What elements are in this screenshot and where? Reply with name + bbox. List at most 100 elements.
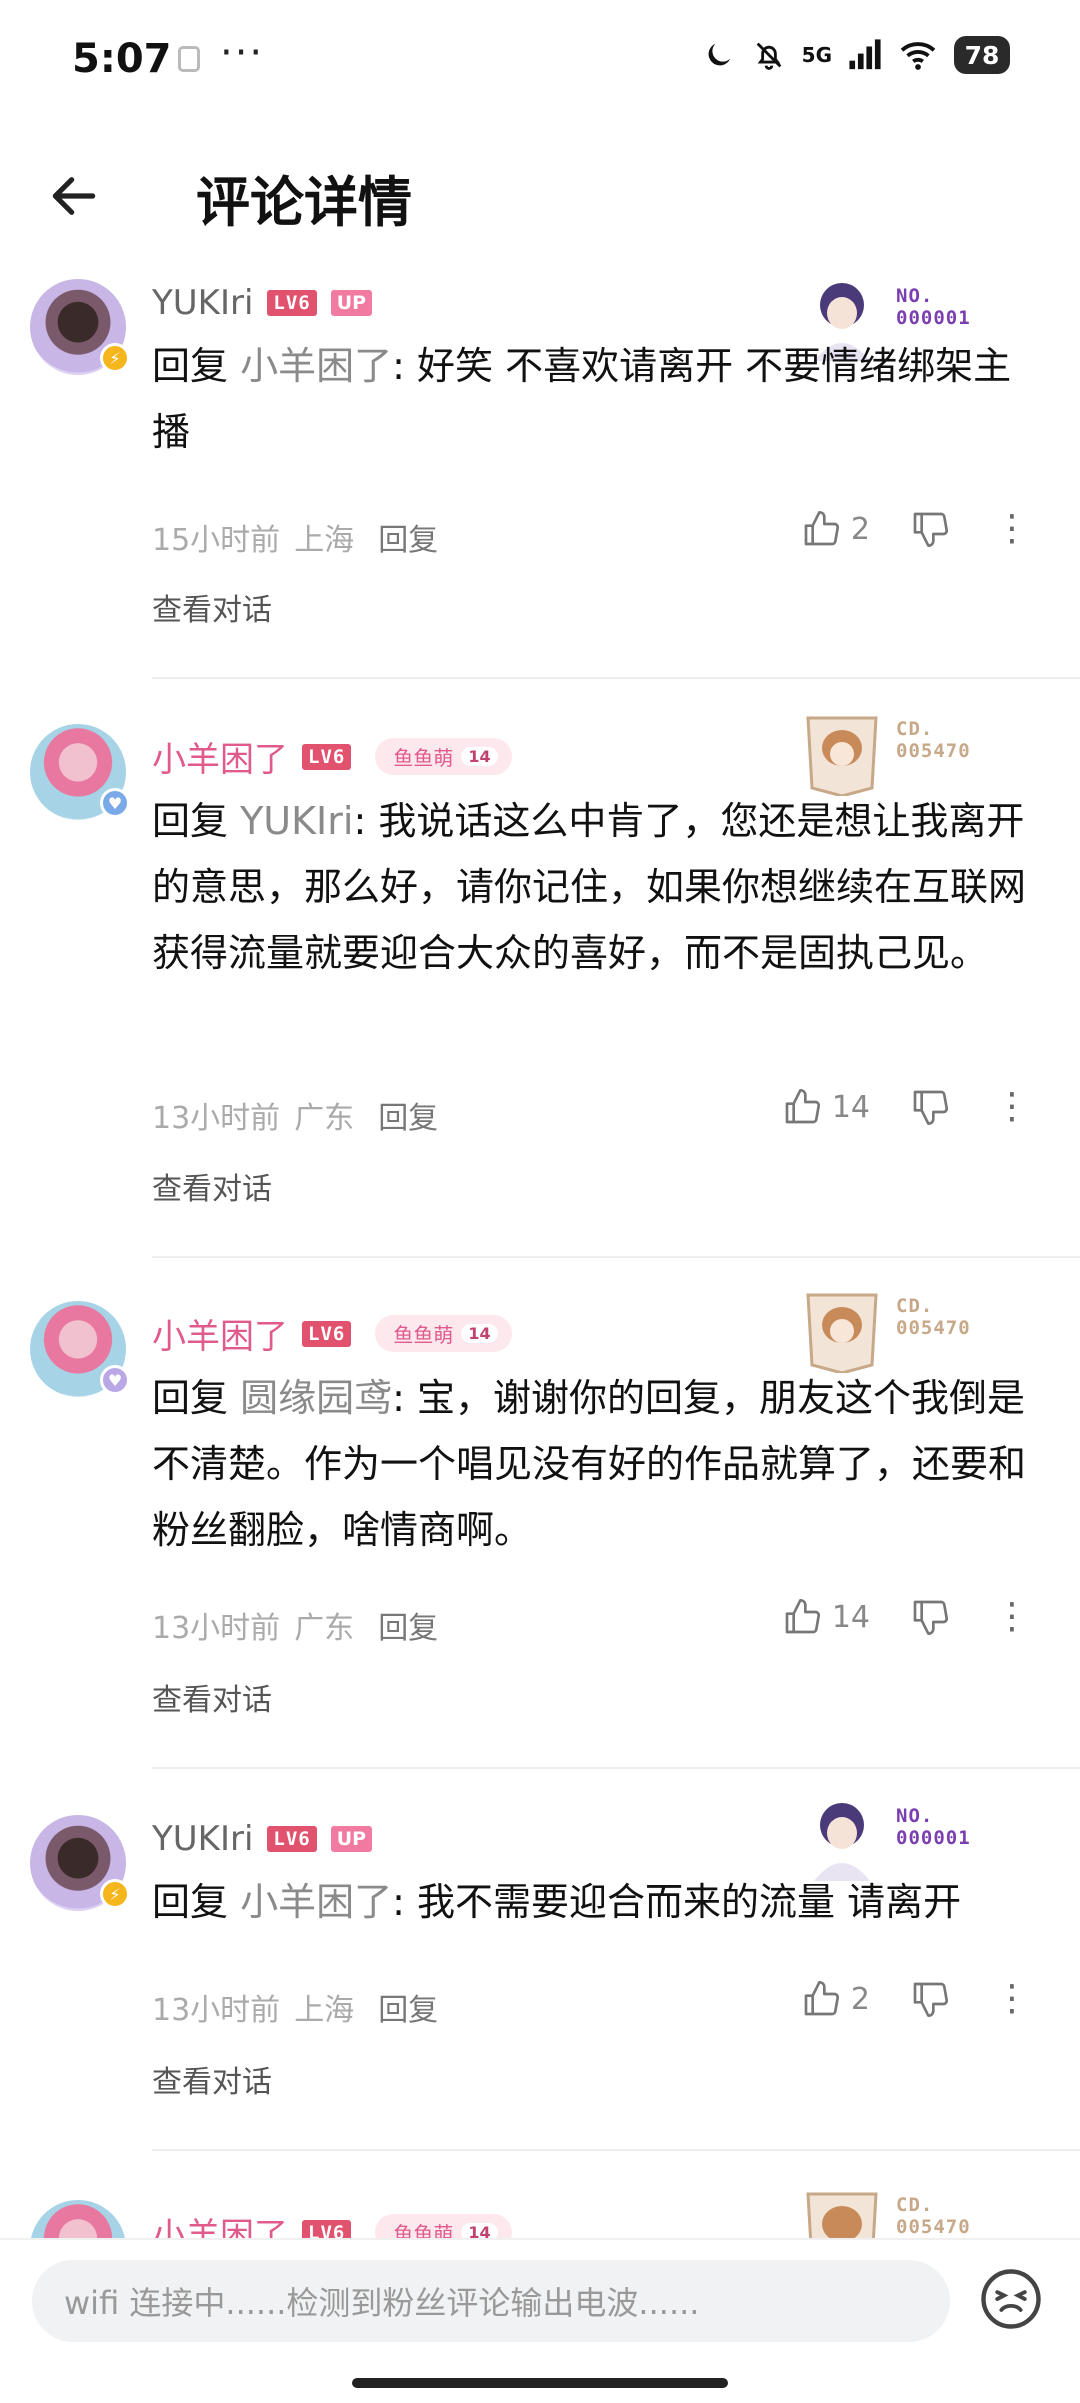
view-conversation-link[interactable]: 查看对话: [152, 1675, 272, 1719]
verified-heart-icon: ♥: [100, 788, 130, 818]
reply-button[interactable]: 回复: [378, 1985, 438, 2029]
reply-prefix: 回复: [152, 344, 241, 388]
decoration-code: NO. 000001: [896, 285, 971, 329]
comment-time: 13小时前: [152, 1101, 281, 1136]
verified-lightning-icon: ⚡: [100, 1879, 130, 1909]
comment-location: 广东: [294, 1611, 355, 1646]
fan-medal-level: 14: [461, 747, 498, 766]
up-badge: UP: [330, 1826, 373, 1852]
more-vertical-icon[interactable]: ⋮: [994, 1089, 1030, 1125]
username[interactable]: 小羊困了: [152, 1309, 288, 1358]
mention-link[interactable]: 小羊困了: [240, 344, 392, 388]
username[interactable]: YUKIri: [152, 283, 253, 323]
like-count: 14: [831, 1599, 870, 1635]
status-time: 5:07: [72, 36, 172, 82]
comment-text: 回复 YUKIri: 我说话这么中肯了，您还是想让我离开的意思，那么好，请你记住…: [152, 788, 1042, 986]
thumbs-down-icon[interactable]: [910, 1979, 950, 2019]
more-vertical-icon[interactable]: ⋮: [994, 511, 1030, 547]
decoration-code: NO. 000001: [896, 1805, 971, 1849]
thumbs-up-icon: [804, 1981, 839, 2016]
reply-button[interactable]: 回复: [378, 1093, 438, 1137]
fan-decoration-card[interactable]: CD. 005470: [800, 1285, 1040, 1375]
reply-button[interactable]: 回复: [378, 1603, 438, 1647]
decoration-character-icon: [806, 716, 878, 796]
page-title: 评论详情: [196, 171, 412, 234]
comment-text: 回复 小羊困了: 我不需要迎合而来的流量 请离开: [152, 1869, 1042, 1935]
name-row: YUKIri LV6 UP: [152, 1819, 373, 1859]
more-vertical-icon[interactable]: ⋮: [994, 1599, 1030, 1635]
like-button[interactable]: 2: [801, 509, 870, 549]
reply-prefix: 回复: [152, 799, 241, 843]
avatar[interactable]: ⚡: [30, 1815, 130, 1911]
comment-input[interactable]: wifi 连接中......检测到粉丝评论输出电波......: [32, 2260, 950, 2342]
like-count: 14: [831, 1089, 870, 1125]
thumbs-down-icon[interactable]: [910, 1597, 950, 1637]
level-badge: LV6: [302, 1320, 352, 1347]
header: 评论详情: [0, 140, 1080, 250]
comment-time: 13小时前: [152, 1993, 281, 2028]
reply-button[interactable]: 回复: [378, 515, 438, 559]
avatar[interactable]: ⚡: [30, 279, 130, 375]
fan-medal-label: 鱼鱼萌: [393, 746, 454, 770]
comment-meta: 15小时前 上海 回复: [152, 515, 438, 559]
emoji-icon[interactable]: [978, 2266, 1044, 2332]
more-vertical-icon[interactable]: ⋮: [994, 1981, 1030, 2017]
level-badge: LV6: [267, 1826, 317, 1852]
name-row: 小羊困了 LV6 鱼鱼萌 14: [152, 732, 512, 781]
comment-item: ⚡ YUKIri LV6 UP NO. 000001 回复 小羊困了: 好笑 不…: [0, 275, 1080, 679]
network-type: 5G: [801, 43, 832, 67]
status-icons: 5G 78: [702, 36, 1010, 74]
mention-link[interactable]: 小羊困了: [240, 1880, 392, 1924]
comment-detail-page: 5:07 ··· 5G 78 评论详情 ⚡ YUKIri LV6 UP NO. …: [0, 0, 1080, 2403]
like-button[interactable]: 2: [801, 1979, 870, 2019]
username[interactable]: 小羊困了: [152, 732, 288, 781]
comment-time: 15小时前: [152, 523, 281, 558]
thumbs-up-icon: [804, 511, 839, 546]
comment-input-bar: wifi 连接中......检测到粉丝评论输出电波......: [0, 2238, 1080, 2403]
view-conversation-link[interactable]: 查看对话: [152, 585, 272, 629]
comment-actions: 14 ⋮: [782, 1087, 1030, 1127]
avatar[interactable]: ♥: [30, 1301, 130, 1397]
thumbs-up-icon: [785, 1599, 820, 1634]
name-row: 小羊困了 LV6 鱼鱼萌 14: [152, 1309, 512, 1358]
comment-actions: 14 ⋮: [782, 1597, 1030, 1637]
level-badge: LV6: [267, 290, 317, 316]
comment-item: ⚡ YUKIri LV6 UP NO. 000001 回复 小羊困了: 我不需要…: [0, 1795, 1080, 2155]
like-button[interactable]: 14: [782, 1597, 870, 1637]
decoration-character-icon: [806, 1293, 878, 1373]
status-bar: 5:07 ··· 5G 78: [0, 0, 1080, 120]
mention-link[interactable]: YUKIri: [240, 799, 353, 843]
back-arrow-icon[interactable]: [46, 168, 102, 224]
up-badge: UP: [330, 290, 373, 316]
like-button[interactable]: 14: [782, 1087, 870, 1127]
verified-heart-icon: ♥: [100, 1365, 130, 1395]
divider: [152, 677, 1080, 679]
fan-medal-level: 14: [461, 1324, 498, 1343]
thumbs-down-icon[interactable]: [910, 1087, 950, 1127]
reply-prefix: 回复: [152, 1376, 241, 1420]
battery-icon: 78: [954, 36, 1010, 74]
level-badge: LV6: [302, 743, 352, 770]
home-indicator: [352, 2378, 728, 2388]
comment-meta: 13小时前 广东 回复: [152, 1093, 438, 1137]
comment-text: 回复 圆缘园鸢: 宝，谢谢你的回复，朋友这个我倒是不清楚。作为一个唱见没有好的作…: [152, 1365, 1042, 1563]
fan-medal[interactable]: 鱼鱼萌 14: [375, 1315, 512, 1352]
divider: [152, 1767, 1080, 1769]
thumbs-down-icon[interactable]: [910, 509, 950, 549]
decoration-code: CD. 005470: [896, 1295, 971, 1339]
comment-body: : 我不需要迎合而来的流量 请离开: [392, 1880, 962, 1924]
signal-icon: [849, 39, 881, 70]
view-conversation-link[interactable]: 查看对话: [152, 1164, 272, 1208]
view-conversation-link[interactable]: 查看对话: [152, 2057, 272, 2101]
mention-link[interactable]: 圆缘园鸢: [240, 1376, 392, 1420]
comment-time: 13小时前: [152, 1611, 281, 1646]
thumbs-up-icon: [785, 1089, 820, 1124]
comment-item: 小羊困了 LV6 鱼鱼萌 14 CD. 005470: [0, 2180, 1080, 2296]
comment-location: 上海: [294, 523, 355, 558]
mute-bell-icon: [756, 42, 781, 70]
fan-medal[interactable]: 鱼鱼萌 14: [375, 738, 512, 775]
name-row: YUKIri LV6 UP: [152, 283, 373, 323]
username[interactable]: YUKIri: [152, 1819, 253, 1859]
avatar[interactable]: ♥: [30, 724, 130, 820]
fan-decoration-card[interactable]: CD. 005470: [800, 708, 1040, 798]
